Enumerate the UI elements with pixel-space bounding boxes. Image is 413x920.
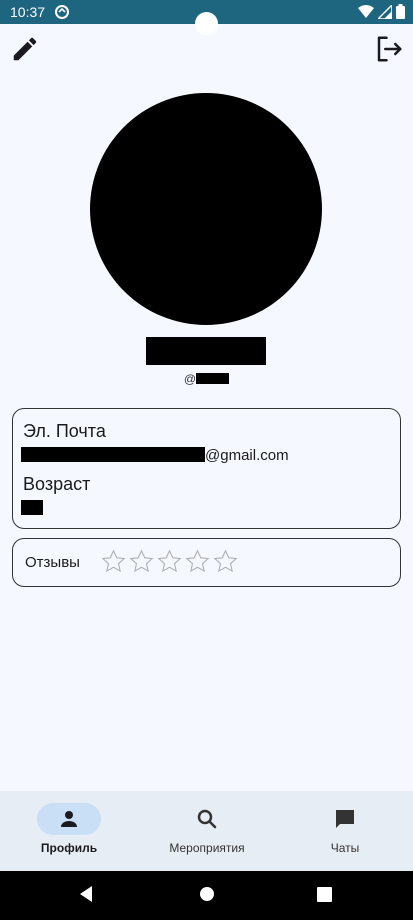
battery-icon — [396, 4, 405, 19]
logout-icon — [377, 36, 402, 62]
star-icon[interactable] — [212, 548, 239, 575]
star-icon[interactable] — [156, 548, 183, 575]
system-nav-bar — [0, 871, 413, 920]
bottom-nav: Профиль Мероприятия Чаты — [0, 791, 413, 871]
rating-stars — [100, 548, 239, 575]
logout-button[interactable] — [373, 34, 405, 64]
status-icons — [358, 4, 405, 19]
nav-item-profile[interactable]: Профиль — [0, 791, 138, 871]
nav-label-chats: Чаты — [330, 841, 360, 855]
star-icon[interactable] — [128, 548, 155, 575]
avatar — [90, 93, 322, 325]
person-icon — [61, 811, 77, 827]
search-icon — [197, 809, 217, 829]
reviews-card[interactable]: Отзывы — [12, 538, 401, 587]
pencil-icon — [13, 37, 37, 61]
nav-item-chats[interactable]: Чаты — [276, 791, 413, 871]
info-card: Эл. Почта @gmail.com Возраст — [12, 408, 401, 529]
camera-cutout — [195, 12, 218, 35]
back-icon[interactable] — [78, 885, 94, 903]
chat-icon — [336, 810, 354, 828]
recents-icon[interactable] — [317, 887, 332, 902]
nav-label-events: Мероприятия — [169, 841, 245, 855]
wifi-icon — [358, 4, 374, 18]
signal-icon — [378, 4, 392, 19]
star-icon[interactable] — [100, 548, 127, 575]
age-value — [21, 500, 43, 515]
age-label: Возраст — [23, 474, 91, 494]
username: @ — [0, 372, 413, 386]
sync-icon — [55, 5, 69, 19]
nav-item-events[interactable]: Мероприятия — [138, 791, 276, 871]
reviews-label: Отзывы — [25, 554, 80, 571]
home-icon[interactable] — [199, 886, 215, 902]
email-value: @gmail.com — [21, 447, 289, 464]
profile-name — [146, 337, 266, 365]
status-time: 10:37 — [10, 4, 46, 20]
edit-button[interactable] — [10, 34, 40, 64]
star-icon[interactable] — [184, 548, 211, 575]
email-label: Эл. Почта — [23, 421, 106, 441]
nav-label-profile: Профиль — [40, 841, 98, 855]
